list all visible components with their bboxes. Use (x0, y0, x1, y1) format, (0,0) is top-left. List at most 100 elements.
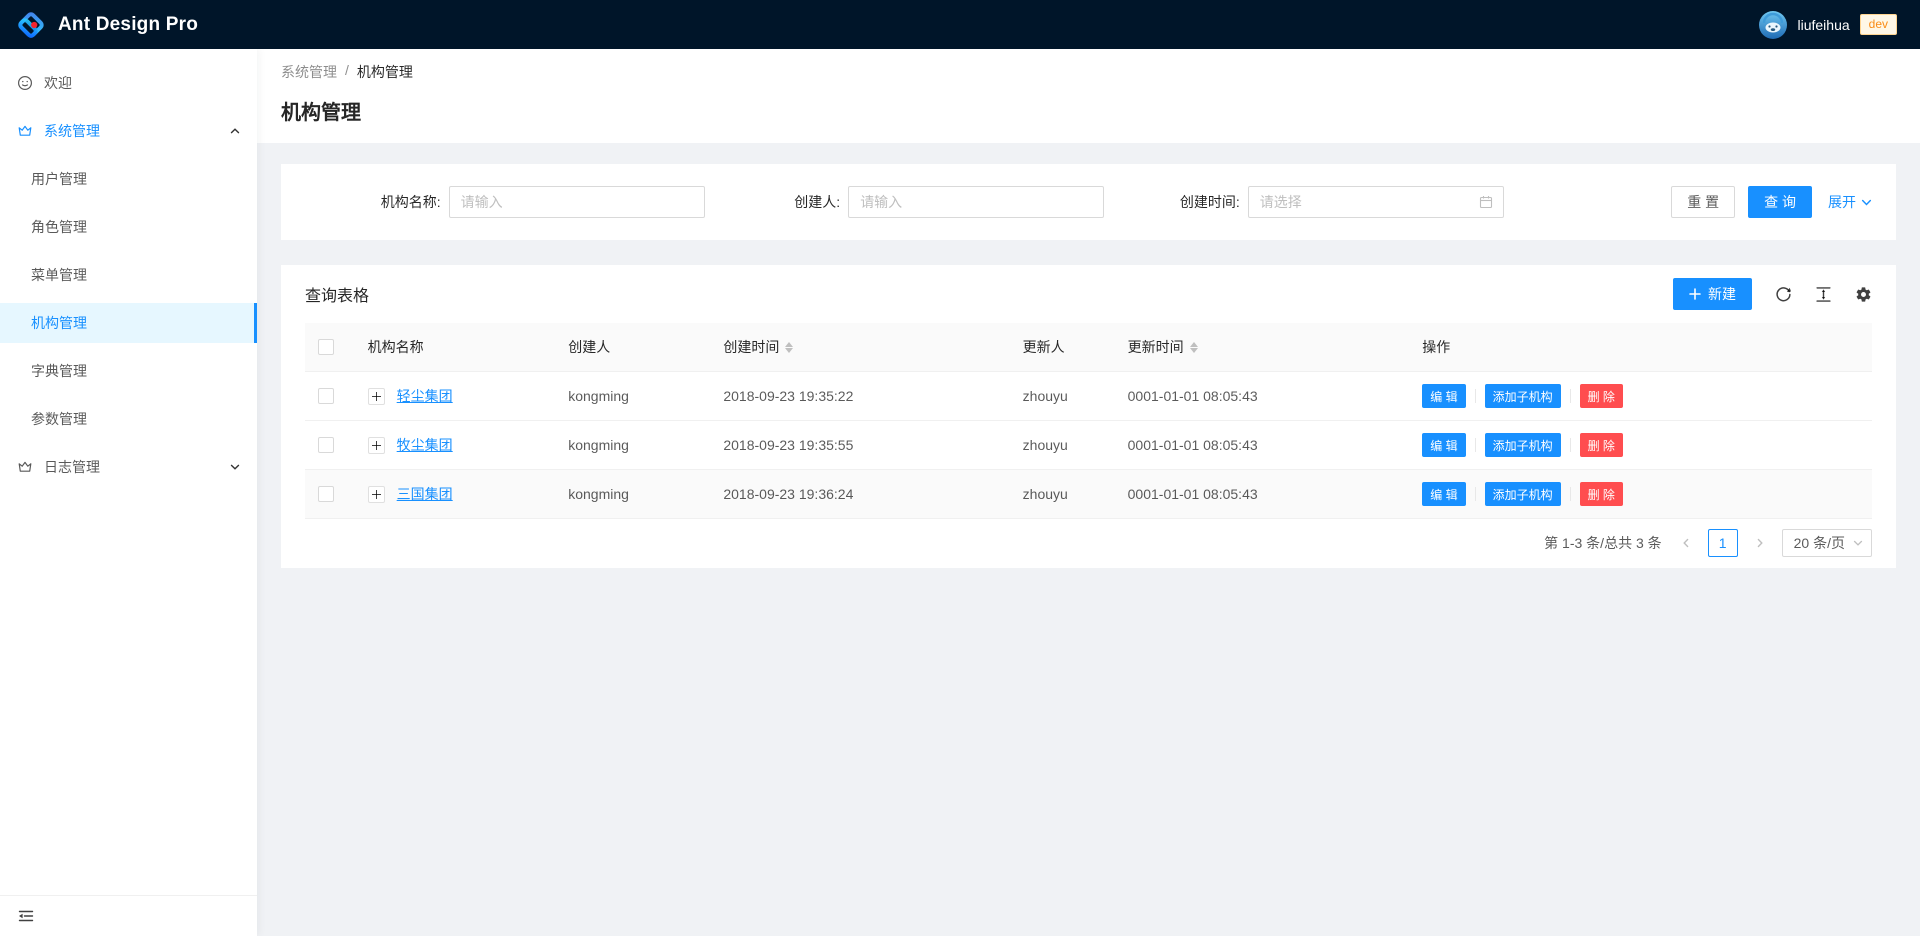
org-name-link[interactable]: 三国集团 (397, 484, 453, 504)
settings-gear-icon[interactable] (1855, 286, 1872, 303)
cell-updater: zhouyu (1023, 388, 1068, 404)
row-checkbox[interactable] (318, 486, 334, 502)
sidebar-item-label: 角色管理 (31, 217, 87, 237)
top-header: Ant Design Pro liufeihu (0, 0, 1920, 49)
column-height-icon[interactable] (1815, 286, 1832, 303)
sidebar-item-label: 日志管理 (44, 457, 100, 477)
crown-icon (17, 123, 33, 139)
calendar-icon (1479, 195, 1493, 209)
edit-button[interactable]: 编 辑 (1422, 433, 1465, 457)
field-creator: 创建人: (705, 186, 1105, 218)
sidebar-item-user-mgmt[interactable]: 用户管理 (0, 159, 257, 199)
query-button[interactable]: 查 询 (1748, 186, 1812, 218)
page-header: 系统管理 / 机构管理 机构管理 (257, 49, 1920, 143)
sidebar-item-label: 参数管理 (31, 409, 87, 429)
add-child-org-button[interactable]: 添加子机构 (1485, 384, 1561, 408)
sort-toggle-update-time[interactable] (1190, 342, 1198, 353)
sidebar-item-org-mgmt[interactable]: 机构管理 (0, 303, 257, 343)
sidebar-item-param-mgmt[interactable]: 参数管理 (0, 399, 257, 439)
sidebar-item-role-mgmt[interactable]: 角色管理 (0, 207, 257, 247)
col-header-update-time: 更新时间 (1128, 337, 1184, 357)
org-name-input[interactable] (449, 186, 705, 218)
caret-down-icon (785, 348, 793, 353)
breadcrumb-parent[interactable]: 系统管理 (281, 62, 337, 82)
select-all-checkbox[interactable] (318, 339, 334, 355)
new-button[interactable]: 新建 (1673, 278, 1752, 310)
reset-button[interactable]: 重 置 (1671, 186, 1735, 218)
page-size-value: 20 条/页 (1794, 533, 1845, 553)
new-button-label: 新建 (1708, 284, 1736, 304)
delete-button[interactable]: 删 除 (1580, 433, 1623, 457)
sidebar-menu: 欢迎 系统管理 用户管理 (0, 49, 257, 487)
crown-icon (17, 459, 33, 475)
expand-row-icon[interactable] (368, 388, 385, 405)
plus-icon (1689, 288, 1701, 300)
field-create-time: 创建时间: (1104, 186, 1504, 218)
cell-update-time: 0001-01-01 08:05:43 (1128, 388, 1258, 404)
expand-row-icon[interactable] (368, 437, 385, 454)
sidebar-collapse-trigger[interactable] (0, 895, 257, 936)
sidebar-item-label: 机构管理 (31, 313, 87, 333)
cell-creator: kongming (568, 486, 629, 502)
page-body: 机构名称: 创建人: 创建时间: (257, 143, 1920, 936)
pagination-prev-button[interactable] (1672, 529, 1700, 557)
divider (1570, 487, 1571, 501)
cell-create-time: 2018-09-23 19:36:24 (723, 486, 853, 502)
menu-fold-icon (18, 908, 34, 924)
delete-button[interactable]: 删 除 (1580, 482, 1623, 506)
user-area[interactable]: liufeihua dev (1759, 11, 1903, 39)
pagination-page-1[interactable]: 1 (1708, 529, 1738, 557)
divider (1475, 487, 1476, 501)
reload-icon[interactable] (1775, 286, 1792, 303)
sidebar-item-dict-mgmt[interactable]: 字典管理 (0, 351, 257, 391)
sidebar-item-log[interactable]: 日志管理 (0, 447, 257, 487)
caret-down-icon (1190, 348, 1198, 353)
table-card: 查询表格 新建 (281, 265, 1896, 568)
edit-button[interactable]: 编 辑 (1422, 482, 1465, 506)
sidebar-item-menu-mgmt[interactable]: 菜单管理 (0, 255, 257, 295)
cell-updater: zhouyu (1023, 437, 1068, 453)
expand-row-icon[interactable] (368, 486, 385, 503)
sidebar-item-label: 用户管理 (31, 169, 87, 189)
pagination-total: 第 1-3 条/总共 3 条 (1544, 533, 1661, 553)
divider (1570, 438, 1571, 452)
search-form-card: 机构名称: 创建人: 创建时间: (281, 164, 1896, 240)
divider (1475, 389, 1476, 403)
page-size-select[interactable]: 20 条/页 (1782, 529, 1872, 557)
cell-update-time: 0001-01-01 08:05:43 (1128, 437, 1258, 453)
creator-input[interactable] (848, 186, 1104, 218)
app-window: Ant Design Pro liufeihu (0, 0, 1920, 936)
org-name-link[interactable]: 轻尘集团 (397, 386, 453, 406)
delete-button[interactable]: 删 除 (1580, 384, 1623, 408)
env-tag: dev (1860, 14, 1897, 35)
org-table: 机构名称 创建人 创建时间 更新人 更新时间 操作 (281, 323, 1896, 519)
expand-form-link[interactable]: 展开 (1828, 192, 1872, 212)
pagination: 第 1-3 条/总共 3 条 1 20 条/页 (281, 519, 1896, 568)
col-header-updater: 更新人 (1023, 337, 1065, 357)
add-child-org-button[interactable]: 添加子机构 (1485, 482, 1561, 506)
row-checkbox[interactable] (318, 388, 334, 404)
pagination-next-button[interactable] (1746, 529, 1774, 557)
breadcrumb: 系统管理 / 机构管理 (281, 62, 1896, 82)
chevron-up-icon (230, 126, 240, 136)
row-checkbox[interactable] (318, 437, 334, 453)
sidebar-item-system[interactable]: 系统管理 (0, 111, 257, 151)
add-child-org-button[interactable]: 添加子机构 (1485, 433, 1561, 457)
page-title: 机构管理 (281, 96, 1896, 125)
logo-area[interactable]: Ant Design Pro (17, 11, 198, 39)
user-avatar[interactable] (1759, 11, 1787, 39)
sort-toggle-create-time[interactable] (785, 342, 793, 353)
cell-create-time: 2018-09-23 19:35:55 (723, 437, 853, 453)
caret-up-icon (785, 342, 793, 347)
org-name-link[interactable]: 牧尘集团 (397, 435, 453, 455)
smile-icon (17, 75, 33, 91)
cell-creator: kongming (568, 437, 629, 453)
cell-updater: zhouyu (1023, 486, 1068, 502)
chevron-down-icon (1853, 538, 1863, 548)
app-title: Ant Design Pro (58, 14, 198, 36)
table-row: 三国集团 kongming 2018-09-23 19:36:24 zhouyu… (305, 470, 1872, 519)
edit-button[interactable]: 编 辑 (1422, 384, 1465, 408)
sidebar-item-welcome[interactable]: 欢迎 (0, 63, 257, 103)
create-time-picker[interactable] (1248, 186, 1504, 218)
username: liufeihua (1797, 17, 1849, 33)
